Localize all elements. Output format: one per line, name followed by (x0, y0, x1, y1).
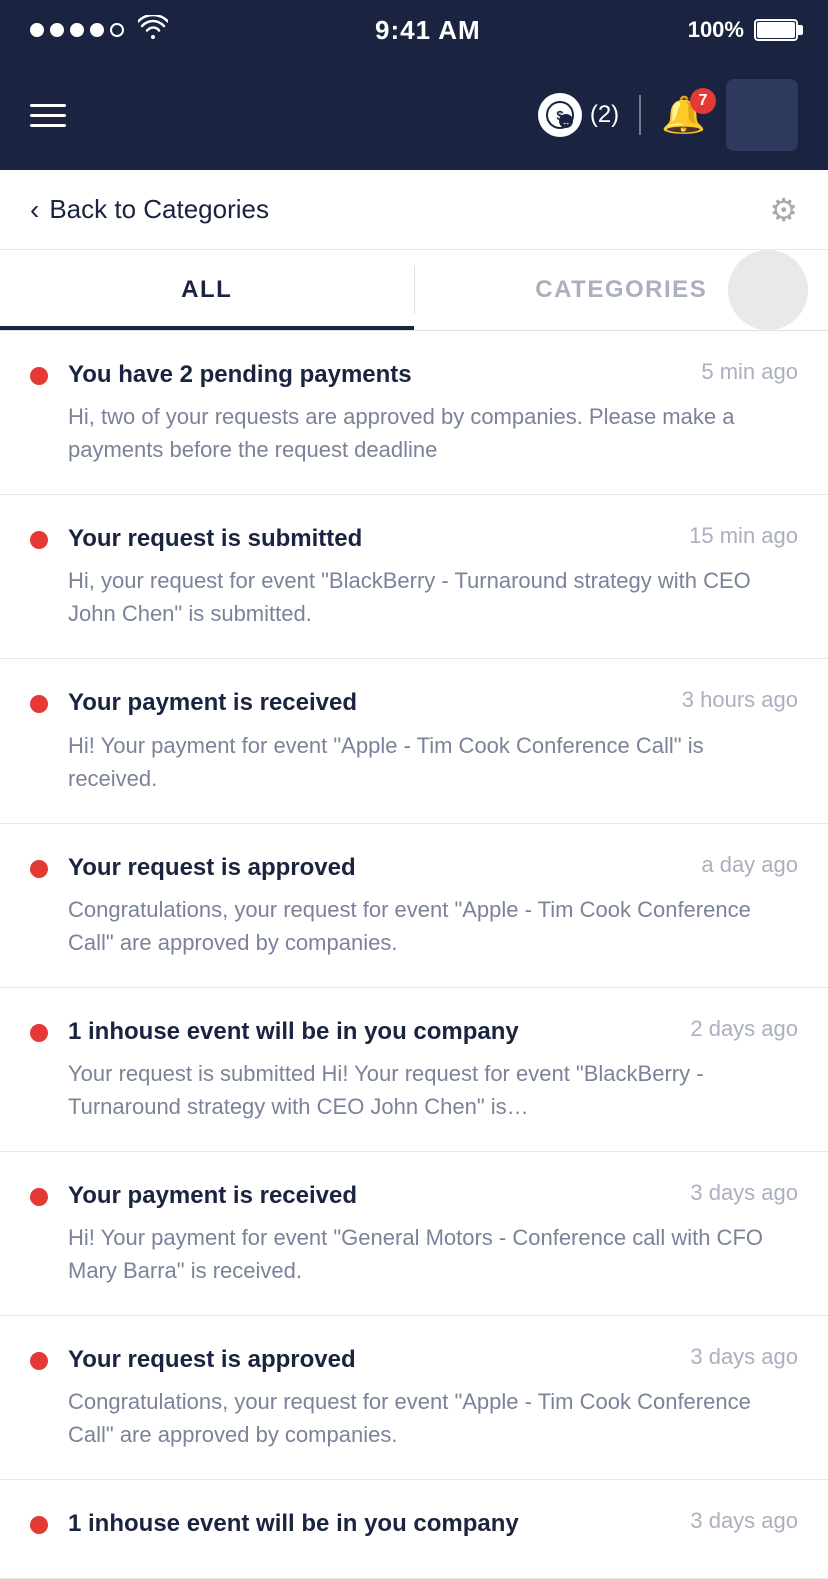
status-bar: 9:41 AM 100% (0, 0, 828, 60)
notification-content: You have 2 pending payments 5 min ago Hi… (68, 359, 798, 466)
notification-header: You have 2 pending payments 5 min ago (68, 359, 798, 390)
unread-dot (30, 695, 48, 713)
notification-item[interactable]: 1 inhouse event will be in you company 2… (0, 988, 828, 1152)
unread-dot (30, 1024, 48, 1042)
avatar[interactable] (726, 79, 798, 151)
signal-dot-4 (90, 23, 104, 37)
battery-icon (754, 19, 798, 41)
notification-header: Your request is approved 3 days ago (68, 1344, 798, 1375)
notification-header: Your payment is received 3 days ago (68, 1180, 798, 1211)
notification-item[interactable]: Your request is submitted 15 min ago Hi,… (0, 495, 828, 659)
notification-item[interactable]: Your request is approved a day ago Congr… (0, 824, 828, 988)
wifi-icon (138, 15, 168, 45)
notifications-bell[interactable]: 🔔 7 (661, 94, 706, 136)
unread-dot (30, 1352, 48, 1370)
notification-title: Your request is approved (68, 1344, 670, 1375)
notification-content: Your request is approved a day ago Congr… (68, 852, 798, 959)
notification-item[interactable]: 1 inhouse event will be in you company 3… (0, 1480, 828, 1578)
touch-indicator (728, 250, 808, 330)
notifications-list: You have 2 pending payments 5 min ago Hi… (0, 331, 828, 1579)
notification-content: Your request is submitted 15 min ago Hi,… (68, 523, 798, 630)
notification-header: Your payment is received 3 hours ago (68, 687, 798, 718)
notification-time: 5 min ago (701, 359, 798, 385)
signal-dot-3 (70, 23, 84, 37)
notification-time: 3 days ago (690, 1344, 798, 1370)
settings-icon[interactable]: ⚙ (769, 191, 798, 229)
notification-title: Your request is approved (68, 852, 681, 883)
notification-item[interactable]: You have 2 pending payments 5 min ago Hi… (0, 331, 828, 495)
hamburger-menu[interactable] (30, 104, 66, 127)
unread-dot (30, 1516, 48, 1534)
signal-dot-1 (30, 23, 44, 37)
coin-icon: $ ↔ (538, 93, 582, 137)
signal-dot-2 (50, 23, 64, 37)
notification-header: 1 inhouse event will be in you company 3… (68, 1508, 798, 1539)
notification-body: Congratulations, your request for event … (68, 1389, 751, 1447)
notification-time: 3 hours ago (682, 687, 798, 713)
notification-title: Your payment is received (68, 1180, 670, 1211)
bell-badge: 7 (690, 88, 716, 114)
tab-categories-label: CATEGORIES (535, 276, 707, 304)
notification-body: Hi! Your payment for event "Apple - Tim … (68, 733, 704, 791)
battery-percent: 100% (688, 17, 744, 43)
header-actions: $ ↔ (2) 🔔 7 (538, 79, 798, 151)
back-label: Back to Categories (49, 194, 269, 225)
notification-title: 1 inhouse event will be in you company (68, 1508, 670, 1539)
notification-body: Congratulations, your request for event … (68, 897, 751, 955)
notification-content: 1 inhouse event will be in you company 2… (68, 1016, 798, 1123)
signal-dot-5 (110, 23, 124, 37)
unread-dot (30, 367, 48, 385)
notification-item[interactable]: Your request is approved 3 days ago Cong… (0, 1316, 828, 1480)
notification-content: Your payment is received 3 hours ago Hi!… (68, 687, 798, 794)
notification-body: Hi, your request for event "BlackBerry -… (68, 568, 751, 626)
unread-dot (30, 531, 48, 549)
notification-time: 3 days ago (690, 1180, 798, 1206)
app-header: $ ↔ (2) 🔔 7 (0, 60, 828, 170)
unread-dot (30, 860, 48, 878)
tab-all-label: ALL (181, 276, 232, 304)
notification-time: 3 days ago (690, 1508, 798, 1534)
notification-content: 1 inhouse event will be in you company 3… (68, 1508, 798, 1549)
notification-header: Your request is approved a day ago (68, 852, 798, 883)
back-arrow-icon: ‹ (30, 194, 39, 226)
notification-header: 1 inhouse event will be in you company 2… (68, 1016, 798, 1047)
notification-item[interactable]: Your payment is received 3 days ago Hi! … (0, 1152, 828, 1316)
notification-title: You have 2 pending payments (68, 359, 681, 390)
notification-title: 1 inhouse event will be in you company (68, 1016, 670, 1047)
back-button[interactable]: ‹ Back to Categories (30, 194, 269, 226)
notification-title: Your payment is received (68, 687, 662, 718)
notification-time: a day ago (701, 852, 798, 878)
tabs-container: ALL CATEGORIES (0, 250, 828, 331)
svg-text:↔: ↔ (561, 117, 570, 127)
notification-header: Your request is submitted 15 min ago (68, 523, 798, 554)
tab-all[interactable]: ALL (0, 250, 414, 330)
notification-content: Your payment is received 3 days ago Hi! … (68, 1180, 798, 1287)
coin-badge[interactable]: $ ↔ (2) (538, 93, 619, 137)
notification-time: 15 min ago (689, 523, 798, 549)
unread-dot (30, 1188, 48, 1206)
notification-item[interactable]: Your payment is received 3 hours ago Hi!… (0, 659, 828, 823)
notification-title: Your request is submitted (68, 523, 669, 554)
notification-body: Hi, two of your requests are approved by… (68, 404, 734, 462)
notification-body: Hi! Your payment for event "General Moto… (68, 1225, 763, 1283)
header-divider (639, 95, 641, 135)
tab-categories[interactable]: CATEGORIES (415, 250, 828, 330)
back-navigation: ‹ Back to Categories ⚙ (0, 170, 828, 250)
notification-time: 2 days ago (690, 1016, 798, 1042)
notification-body: Your request is submitted Hi! Your reque… (68, 1061, 704, 1119)
signal-area (30, 15, 168, 45)
notification-content: Your request is approved 3 days ago Cong… (68, 1344, 798, 1451)
status-time: 9:41 AM (375, 15, 481, 46)
coin-count: (2) (590, 101, 619, 129)
battery-area: 100% (688, 17, 798, 43)
